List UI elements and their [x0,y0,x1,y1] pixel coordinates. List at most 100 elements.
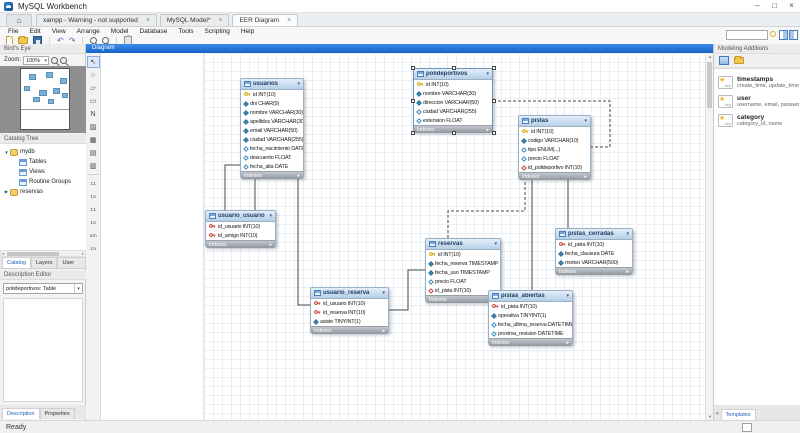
er-column-proxima-revision[interactable]: proxima_revision DATETIME [489,329,572,338]
er-column-extension[interactable]: extension FLOAT [414,116,492,125]
er-table-header[interactable]: reservas▾ [426,239,500,250]
birds-eye-minimap[interactable] [0,66,86,133]
er-column-id[interactable]: id INT(10) [426,250,500,259]
er-column-id-pista[interactable]: id_pista INT(10) [489,302,572,311]
er-table-header[interactable]: pistas▾ [519,116,590,127]
er-column-id-reserva[interactable]: id_reserva INT(10) [311,308,388,317]
er-column-id-amigo[interactable]: id_amigo INT(10) [206,231,275,240]
er-column-precio[interactable]: precio FLOAT [519,154,590,163]
er-column-id[interactable]: id INT(10) [241,90,303,99]
selection-handle[interactable] [452,131,456,135]
scrollbar-thumb[interactable] [707,62,712,108]
er-column-motivo[interactable]: motivo VARCHAR(500) [556,258,632,267]
add-addition-icon[interactable] [719,56,729,65]
er-column-fecha-reserva[interactable]: fecha_reserva TIMESTAMP [426,259,500,268]
selection-handle[interactable] [411,99,415,103]
er-column-asiste[interactable]: asiste TINYINT(1) [311,317,388,326]
tool-layer[interactable]: ▭ [87,95,100,107]
er-table-pistas-cerradas[interactable]: pistas_cerradas▾id_pista INT(10)fecha_cl… [555,228,633,274]
tool-rel-1-n-non-identifying[interactable]: 1:n [87,190,100,202]
menu-scripting[interactable]: Scripting [205,28,230,35]
chevron-down-icon[interactable]: ▾ [494,241,497,247]
er-column-id-usuario[interactable]: id_usuario INT(10) [206,222,275,231]
tree-expand-icon[interactable]: ▶ [3,189,10,195]
tool-image[interactable]: ▨ [87,121,100,133]
er-column-nombre[interactable]: nombre VARCHAR(30) [241,108,303,117]
er-table-indexes-footer[interactable]: Indexes▸ [206,240,275,248]
tab-eer-diagram[interactable]: EER Diagram× [232,14,298,26]
tab-user-types[interactable]: User Types [57,257,86,268]
close-button[interactable]: × [783,0,800,12]
menu-arrange[interactable]: Arrange [77,28,100,35]
addition-timestamps[interactable]: ★keytimestampscreate_time, update_time [714,73,800,92]
er-column-apellidos[interactable]: apellidos VARCHAR(30) [241,117,303,126]
er-column-id-usuario[interactable]: id_usuario INT(10) [311,299,388,308]
open-model-icon[interactable] [18,37,28,44]
er-column-id[interactable]: id INT(10) [414,80,492,89]
selection-handle[interactable] [492,99,496,103]
tool-cursor[interactable]: ↖ [87,56,100,68]
tool-rel-1-1-non-identifying[interactable]: 1:1 [87,177,100,189]
er-column-direccion[interactable]: direccion VARCHAR(50) [414,98,492,107]
addition-user[interactable]: ★keyuserusername, email, passwor... [714,92,800,111]
er-table-polideportivos[interactable]: polideportivos▾id INT(10)nombre VARCHAR(… [413,68,493,132]
er-table-indexes-footer[interactable]: Indexes▸ [241,171,303,179]
selection-handle[interactable] [492,66,496,70]
er-column-precio[interactable]: precio FLOAT [426,277,500,286]
home-tab[interactable]: ⌂ [6,14,32,26]
collapse-icon[interactable]: ▾ [716,411,719,417]
er-column-ciudad[interactable]: ciudad VARCHAR(255) [241,135,303,144]
tree-item-tables[interactable]: Tables [0,157,86,167]
tree-item-mydb[interactable]: ▼mydb [0,147,86,157]
tab-close-icon[interactable]: × [146,17,150,24]
tree-item-reservas[interactable]: ▶reservas [0,187,86,197]
tab-properties[interactable]: Properties [40,408,75,419]
birds-eye-zoom-out-icon[interactable] [60,57,67,64]
chevron-down-icon[interactable]: ▾ [74,284,82,293]
statusbar-grid-icon[interactable] [742,423,752,432]
selection-handle[interactable] [492,131,496,135]
chevron-down-icon[interactable]: ▾ [486,71,489,77]
er-table-usuarios[interactable]: usuarios▾id INT(10)dni CHAR(9)nombre VAR… [240,78,304,178]
zoom-select[interactable]: 100% [23,56,49,65]
selection-handle[interactable] [452,66,456,70]
er-table-usuario-reserva[interactable]: usuario_reserva▾id_usuario INT(10)id_res… [310,287,389,333]
er-table-header[interactable]: usuario_reserva▾ [311,288,388,299]
tool-eraser[interactable]: ▱ [87,82,100,94]
tool-rel-n-m-identifying[interactable]: n:m [87,229,100,241]
selection-handle[interactable] [411,66,415,70]
er-column-ciudad[interactable]: ciudad VARCHAR(255) [414,107,492,116]
er-column-dni[interactable]: dni CHAR(9) [241,99,303,108]
canvas-vertical-scrollbar[interactable]: ▲ ▼ [705,53,713,420]
catalog-horizontal-scrollbar[interactable]: ◂ ▸ [0,250,86,257]
er-column-id[interactable]: id INT(10) [519,127,590,136]
er-column-nombre[interactable]: nombre VARCHAR(30) [414,89,492,98]
description-object-select[interactable]: polideportivos: Table ▾ [3,283,83,294]
addition-category[interactable]: ★keycategorycategory_id, name [714,111,800,130]
tab-xampp-warning-not-supported[interactable]: xampp - Warning - not supported× [36,14,157,26]
er-table-header[interactable]: pistas_abiertas▾ [489,291,572,302]
tool-rel-1-n-existing[interactable]: 1:n [87,242,100,254]
tree-item-views[interactable]: Views [0,167,86,177]
birds-eye-zoom-in-icon[interactable] [51,57,58,64]
chevron-down-icon[interactable]: ▾ [566,293,569,299]
zoom-out-icon[interactable] [90,37,97,44]
diagram-tab-bar[interactable]: Diagram [86,44,713,53]
er-column-id-polideportivo[interactable]: id_polideportivo INT(10) [519,163,590,172]
er-table-indexes-footer[interactable]: Indexes▸ [311,326,388,334]
tool-note[interactable]: N [87,108,100,120]
tab-description[interactable]: Description [2,408,40,419]
er-table-header[interactable]: polideportivos▾ [414,69,492,80]
menu-view[interactable]: View [52,28,66,35]
menu-tools[interactable]: Tools [178,28,193,35]
diagram-canvas[interactable]: usuarios▾id INT(10)dni CHAR(9)nombre VAR… [101,53,705,420]
search-input[interactable] [726,30,768,40]
maximize-button[interactable]: □ [766,0,783,12]
er-table-pistas-abiertas[interactable]: pistas_abiertas▾id_pista INT(10)operativ… [488,290,573,345]
er-column-tipo[interactable]: tipo ENUM(...) [519,145,590,154]
er-table-header[interactable]: pistas_cerradas▾ [556,229,632,240]
tool-rel-1-n-identifying[interactable]: 1:n [87,216,100,228]
er-table-indexes-footer[interactable]: Indexes▸ [489,338,572,346]
menu-edit[interactable]: Edit [29,28,40,35]
chevron-down-icon[interactable]: ▾ [382,290,385,296]
